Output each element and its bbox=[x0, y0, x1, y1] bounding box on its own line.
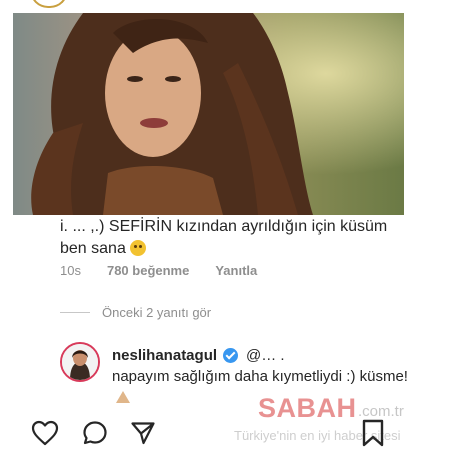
comment-icon bbox=[83, 421, 107, 445]
comment-text: і. ... ,.) SEFİRİN kızından ayrıldığın i… bbox=[60, 216, 400, 260]
view-replies[interactable]: Önceki 2 yanıtı gör bbox=[60, 305, 211, 320]
top-avatar-ring[interactable] bbox=[30, 0, 68, 8]
comment-button[interactable] bbox=[80, 418, 110, 448]
reply-link[interactable]: Yanıtla bbox=[215, 263, 257, 278]
share-icon bbox=[131, 422, 155, 445]
comment-time: 10s bbox=[60, 263, 81, 278]
verified-badge-icon bbox=[223, 348, 239, 363]
avatar[interactable] bbox=[60, 342, 100, 382]
share-button[interactable] bbox=[128, 418, 158, 448]
reply-username[interactable]: neslihanatagul bbox=[112, 347, 217, 364]
likes-count[interactable]: 780 beğenme bbox=[107, 263, 189, 278]
comment-meta: 10s 780 beğenme Yanıtla bbox=[60, 263, 257, 278]
bookmark-icon bbox=[362, 419, 384, 447]
save-button[interactable] bbox=[358, 418, 388, 448]
comment-body: і. ... ,.) SEFİRİN kızından ayrıldığın i… bbox=[60, 218, 388, 257]
reply-mention[interactable]: @… . bbox=[246, 347, 285, 364]
reply-header: neslihanatagul @… . bbox=[112, 347, 285, 364]
like-button[interactable] bbox=[30, 418, 60, 448]
reply-body: napayım sağlığım daha kıymetliydi :) küs… bbox=[112, 368, 408, 385]
heart-icon bbox=[31, 420, 59, 446]
folded-hands-emoji bbox=[116, 391, 130, 403]
view-replies-label[interactable]: Önceki 2 yanıtı gör bbox=[102, 305, 211, 320]
watermark-brand: SABAH bbox=[258, 393, 357, 423]
pleading-face-emoji bbox=[129, 240, 146, 256]
replies-divider bbox=[60, 312, 90, 313]
post-photo[interactable] bbox=[13, 13, 404, 215]
